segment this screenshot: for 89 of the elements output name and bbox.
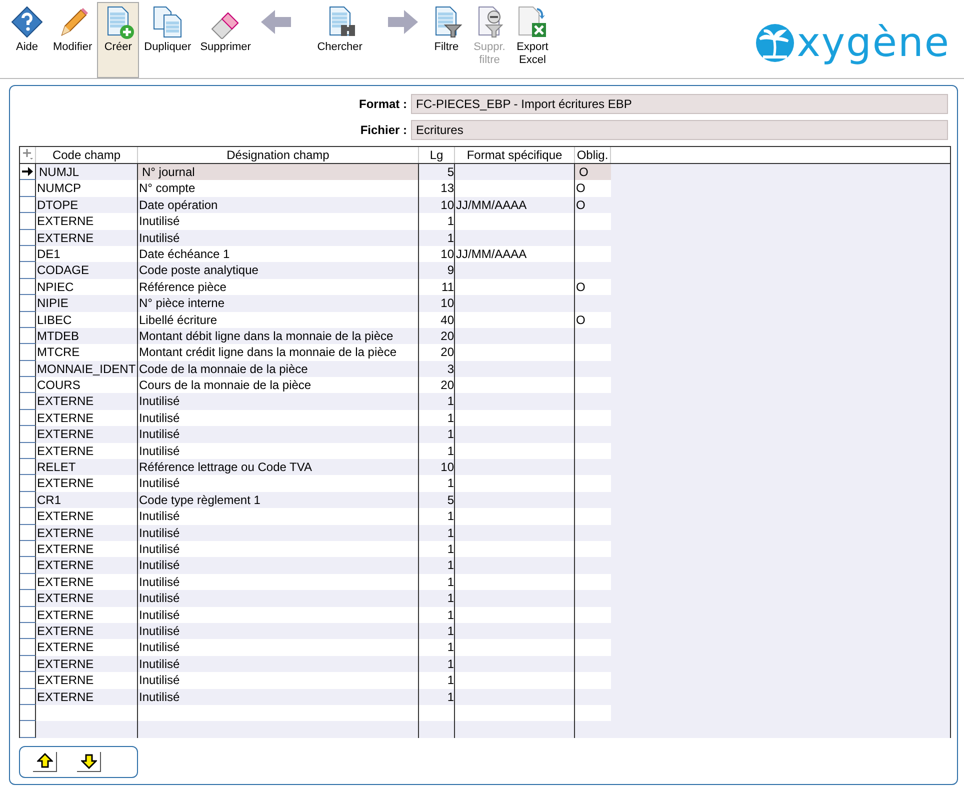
row-selector[interactable] [20,344,36,361]
row-selector[interactable] [20,393,36,410]
selected-row[interactable]: NUMJL N° journal 5 O [20,164,950,180]
table-row[interactable]: EXTERNE Inutilisé 1 [20,410,950,426]
row-selector[interactable] [20,410,36,426]
row-selector[interactable] [20,459,36,476]
table-cell-text: O [575,196,586,214]
table-row[interactable]: EXTERNE Inutilisé 1 [20,672,950,688]
table-row[interactable]: EXTERNE Inutilisé 1 [20,508,950,525]
table-row[interactable]: MTDEB Montant débit ligne dans la monnaie de la pièce 20 [20,328,950,344]
toolbar-button[interactable]: Modifier [49,2,96,78]
table-row[interactable]: NPIEC Référence pièce 11 O [20,278,950,296]
column-header[interactable]: Code champ [36,147,138,163]
help-icon [10,5,44,39]
row-selector[interactable] [20,213,36,230]
table-row[interactable]: EXTERNE Inutilisé 1 [20,606,950,623]
column-header[interactable]: Format spécifique [455,147,575,163]
table-row[interactable]: RELET Référence lettrage ou Code TVA 10 [20,459,950,476]
table-row[interactable]: EXTERNE Inutilisé 1 [20,230,950,246]
row-selector[interactable] [20,540,36,558]
row-selector[interactable] [20,590,36,607]
row-selector[interactable] [20,377,36,394]
down-arrow-icon [80,753,96,770]
row-selector[interactable] [20,328,36,344]
row-selector[interactable] [20,262,36,279]
table-cell-text: O [575,278,586,296]
table-row[interactable]: EXTERNE Inutilisé 1 [20,442,950,460]
row-selector[interactable] [20,704,36,722]
row-selector[interactable] [20,164,36,180]
toolbar-button[interactable]: Chercher [313,2,366,78]
row-selector[interactable] [20,672,36,688]
column-header[interactable]: Désignation champ [138,147,419,163]
toolbar-button[interactable]: Créer [97,2,140,78]
read-only-field: FC-PIECES_EBP - Import écritures EBP [411,94,948,114]
table-row[interactable]: EXTERNE Inutilisé 1 [20,524,950,541]
row-selector[interactable] [20,508,36,525]
row-selector[interactable] [20,295,36,312]
row-selector[interactable] [20,180,36,197]
table-row[interactable]: EXTERNE Inutilisé 1 [20,656,950,672]
field-label: Fichier : [360,123,407,137]
row-selector[interactable] [20,426,36,443]
row-selector[interactable] [20,196,36,214]
read-only-field: Ecritures [411,120,948,140]
column-header[interactable]: Oblig. [575,147,611,163]
toolbar-button[interactable]: Dupliquer [140,2,196,78]
table-row[interactable]: EXTERNE Inutilisé 1 [20,622,950,640]
toolbar-button[interactable]: Supprimer [196,2,254,78]
palm-tree-logo-icon [754,23,795,63]
table-row[interactable]: DE1 Date échéance 1 10 JJ/MM/AAAA [20,246,950,262]
table-row[interactable]: EXTERNE Inutilisé 1 [20,475,950,492]
row-selector[interactable] [20,475,36,492]
row-selector[interactable] [20,622,36,640]
table-row[interactable]: MTCRE Montant crédit ligne dans la monnaie de la pièce 20 [20,344,950,361]
table-row[interactable]: EXTERNE Inutilisé 1 [20,688,950,705]
row-selector[interactable] [20,278,36,296]
table-row[interactable]: COURS Cours de la monnaie de la pièce 20 [20,377,950,394]
table-cell: N° journal [138,164,419,180]
up-arrow-icon [36,753,52,770]
table-cell-text: O [575,312,586,328]
table-row[interactable]: EXTERNE Inutilisé 1 [20,639,950,656]
row-selector[interactable] [20,557,36,574]
column-header[interactable]: Lg [419,147,455,163]
toolbar-button[interactable]: Aide [6,2,48,78]
row-selector[interactable] [20,574,36,590]
row-selector[interactable] [20,246,36,262]
row-selector[interactable] [20,360,36,378]
toolbar-button[interactable]: Filtre [425,2,468,78]
row-selector[interactable] [20,721,36,738]
table-cell-text: O [575,180,586,197]
row-selector[interactable] [20,312,36,328]
row-selector[interactable] [20,639,36,656]
current-row-arrow-icon [22,167,33,176]
row-selector[interactable] [20,688,36,705]
table-row[interactable]: EXTERNE Inutilisé 1 [20,540,950,558]
row-selector[interactable] [20,442,36,460]
row-selector[interactable] [20,524,36,541]
table-cell: O [575,164,611,180]
logo-text: xygène [796,20,950,66]
toolbar-button[interactable]: Export Excel [511,2,554,78]
field-label: Format : [359,97,407,111]
table-row[interactable]: MONNAIE_IDENT Code de la monnaie de la pièce 3 [20,360,950,378]
row-selector[interactable] [20,656,36,672]
row-selector[interactable] [20,606,36,623]
table-row[interactable]: EXTERNE Inutilisé 1 [20,574,950,590]
row-selector[interactable] [20,492,36,508]
table-row[interactable]: NUMCP N° compte 13 O [20,180,950,197]
table-row[interactable]: LIBEC Libellé écriture 40 O [20,312,950,328]
row-selector[interactable] [20,230,36,246]
table-row[interactable]: EXTERNE Inutilisé 1 [20,213,950,230]
